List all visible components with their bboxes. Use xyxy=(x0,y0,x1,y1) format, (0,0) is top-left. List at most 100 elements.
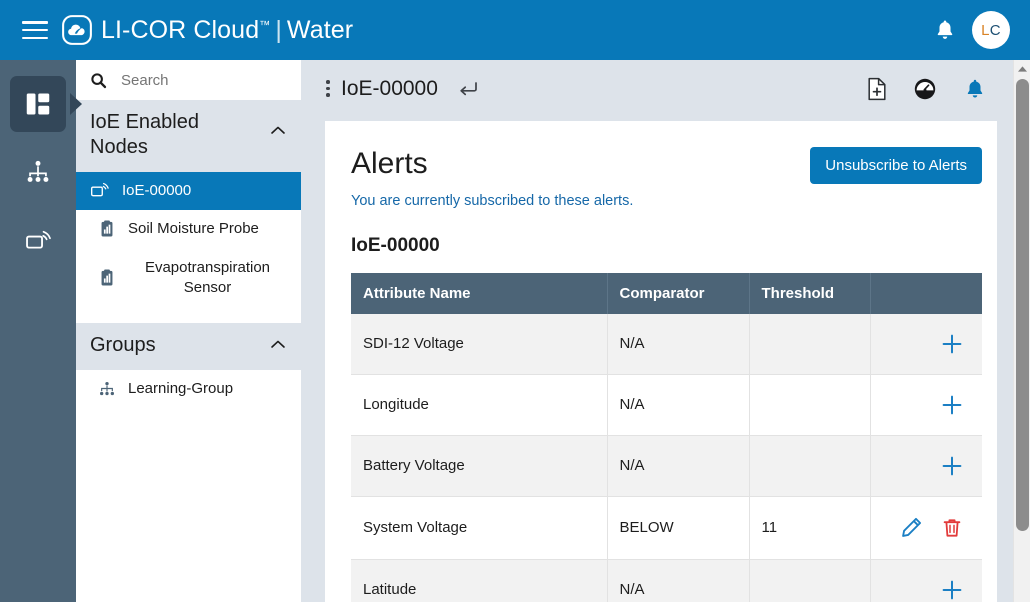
content-title: IoE-00000 xyxy=(341,76,438,100)
chevron-up-icon[interactable] xyxy=(269,338,287,350)
page-title: Alerts xyxy=(351,147,428,180)
scroll-up-arrow-glyph xyxy=(1018,65,1027,72)
cell-attribute-name: Longitude xyxy=(351,374,608,436)
cell-comparator: BELOW xyxy=(607,496,750,560)
nav-section-title: Groups xyxy=(90,334,156,356)
alerts-table: Attribute Name Comparator Threshold SDI-… xyxy=(351,272,982,602)
rail-item-devices[interactable] xyxy=(10,212,66,268)
table-row: SDI-12 Voltage N/A xyxy=(351,313,982,375)
chevron-up-icon[interactable] xyxy=(269,124,287,136)
device-signal-icon xyxy=(26,230,51,249)
cell-actions xyxy=(870,559,982,602)
sidebar-item-label: Learning-Group xyxy=(128,380,234,397)
hamburger-line xyxy=(22,21,48,24)
licor-cloud-logo xyxy=(62,15,92,45)
cell-comparator: N/A xyxy=(607,313,750,375)
brand-title: LI-COR Cloud™ | Water xyxy=(101,16,353,45)
top-bar-actions: LC xyxy=(932,11,1030,49)
sidebar-item-label: IoE-00000 xyxy=(122,182,192,199)
alerts-title-block: Alerts You are currently subscribed to t… xyxy=(351,147,633,209)
sidebar-item-learning-group[interactable]: Learning-Group xyxy=(76,370,301,408)
sidebar-item-evapotranspiration-sensor[interactable]: Evapotranspiration Sensor xyxy=(76,249,301,308)
sidebar-item-label: Evapotranspiration Sensor xyxy=(144,258,271,296)
kebab-dot xyxy=(326,86,330,91)
brand[interactable]: LI-COR Cloud™ | Water xyxy=(62,15,353,45)
brand-name: LI-COR Cloud xyxy=(101,15,260,44)
vertical-scrollbar[interactable] xyxy=(1013,60,1030,602)
sensor-chart-icon xyxy=(101,220,113,237)
table-row: Longitude N/A xyxy=(351,374,982,436)
table-row: Latitude N/A xyxy=(351,559,982,602)
add-alert-icon[interactable] xyxy=(940,578,964,602)
column-header-threshold: Threshold xyxy=(749,272,871,314)
cell-attribute-name: SDI-12 Voltage xyxy=(351,313,608,375)
kebab-dot xyxy=(326,80,330,84)
edit-pencil-icon[interactable] xyxy=(898,515,924,541)
scroll-track[interactable] xyxy=(1014,535,1030,602)
brand-product: Water xyxy=(286,15,354,44)
icon-rail xyxy=(0,60,76,602)
table-header-row: Attribute Name Comparator Threshold xyxy=(351,272,982,314)
content-area: IoE-00000 Alerts You are currently subsc… xyxy=(301,60,1013,602)
table-row: System Voltage BELOW 11 xyxy=(351,496,982,560)
column-header-attribute-name: Attribute Name xyxy=(351,272,608,314)
cell-threshold: 11 xyxy=(749,496,871,560)
bell-icon[interactable] xyxy=(932,16,958,44)
column-header-comparator: Comparator xyxy=(607,272,750,314)
add-alert-icon[interactable] xyxy=(940,454,964,478)
cell-comparator: N/A xyxy=(607,374,750,436)
cell-threshold xyxy=(749,435,871,497)
scroll-thumb[interactable] xyxy=(1016,79,1029,531)
hierarchy-icon xyxy=(27,160,49,182)
nav-divider-space xyxy=(76,307,301,323)
cell-threshold xyxy=(749,313,871,375)
add-alert-icon[interactable] xyxy=(940,332,964,356)
search-input[interactable] xyxy=(121,71,291,89)
sidebar-item-ioe-00000[interactable]: IoE-00000 xyxy=(76,172,301,211)
cell-attribute-name: Battery Voltage xyxy=(351,435,608,497)
rail-item-hierarchy[interactable] xyxy=(10,144,66,200)
row-actions xyxy=(883,578,965,602)
search-row xyxy=(76,60,301,100)
node-label: IoE-00000 xyxy=(351,234,440,256)
nav-section-header-groups[interactable]: Groups xyxy=(76,323,301,370)
search-icon[interactable] xyxy=(90,72,107,89)
hamburger-icon[interactable] xyxy=(22,21,48,39)
hierarchy-icon xyxy=(100,382,114,396)
top-bar: LI-COR Cloud™ | Water LC xyxy=(0,0,1030,60)
scroll-up-arrow-icon[interactable] xyxy=(1014,60,1030,77)
device-signal-icon xyxy=(91,183,109,197)
hamburger-line xyxy=(22,28,48,32)
cell-comparator: N/A xyxy=(607,435,750,497)
table-row: Battery Voltage N/A xyxy=(351,435,982,497)
alerts-table-body: SDI-12 Voltage N/A Longitude N/A Battery… xyxy=(351,313,982,602)
content-right-strip xyxy=(997,60,1013,602)
brand-separator: | xyxy=(275,15,282,44)
sidebar-item-soil-moisture-probe[interactable]: Soil Moisture Probe xyxy=(76,210,301,248)
cell-actions xyxy=(870,374,982,436)
dashboard-icon xyxy=(26,93,50,115)
nav-section-header-ioe-enabled-nodes[interactable]: IoE Enabled Nodes xyxy=(76,100,301,172)
add-document-icon[interactable] xyxy=(867,77,887,101)
avatar-initial-second: C xyxy=(989,21,1001,39)
row-actions xyxy=(883,454,965,478)
unsubscribe-to-alerts-button[interactable]: Unsubscribe to Alerts xyxy=(810,147,982,184)
delete-trash-icon[interactable] xyxy=(940,515,964,541)
rail-item-dashboard[interactable] xyxy=(10,76,66,132)
content-header: IoE-00000 xyxy=(301,60,1013,117)
alerts-card-header: Alerts You are currently subscribed to t… xyxy=(351,147,982,209)
nav-panel: IoE Enabled Nodes IoE-00000 Soil Moistur… xyxy=(76,60,301,602)
gauge-icon[interactable] xyxy=(913,77,937,101)
cell-comparator: N/A xyxy=(607,559,750,602)
cell-attribute-name: Latitude xyxy=(351,559,608,602)
avatar[interactable]: LC xyxy=(972,11,1010,49)
alerts-card: Alerts You are currently subscribed to t… xyxy=(325,121,1008,602)
row-actions xyxy=(883,332,965,356)
add-alert-icon[interactable] xyxy=(940,393,964,417)
sensor-chart-icon xyxy=(101,269,113,286)
more-vertical-icon[interactable] xyxy=(319,80,337,97)
alerts-bell-icon[interactable] xyxy=(963,76,987,102)
enter-return-icon[interactable] xyxy=(456,79,480,99)
avatar-initial-first: L xyxy=(981,21,990,39)
kebab-dot xyxy=(326,93,330,97)
